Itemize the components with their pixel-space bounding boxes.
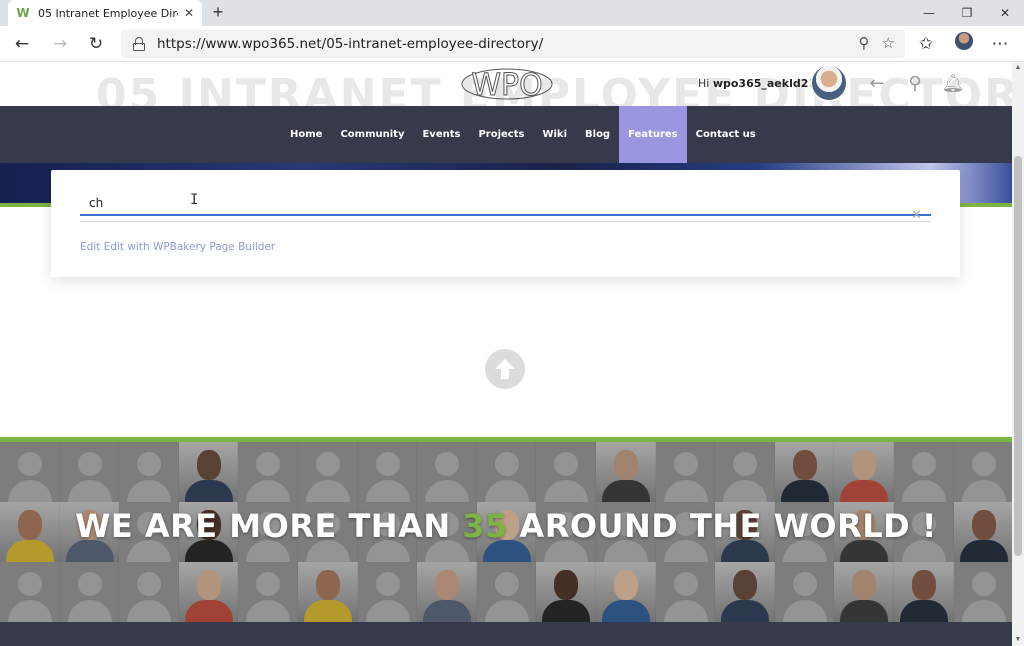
browser-profile-avatar[interactable] — [955, 32, 973, 50]
greeting-prefix: Hi — [698, 77, 713, 90]
nav-item-projects[interactable]: Projects — [469, 106, 533, 163]
nav-item-community[interactable]: Community — [331, 106, 413, 163]
window-controls: — ❐ ✕ — [910, 0, 1024, 26]
refresh-button[interactable]: ↻ — [84, 32, 108, 56]
edit-page-links[interactable]: Edit Edit with WPBakery Page Builder — [80, 241, 275, 253]
headline-text-after: AROUND THE WORLD ! — [507, 507, 937, 545]
browser-tab[interactable]: W 05 Intranet Employee Directory - ✕ — [8, 0, 202, 26]
lock-icon — [133, 37, 145, 51]
back-button[interactable]: ← — [10, 32, 34, 56]
new-tab-button[interactable]: + — [207, 2, 229, 24]
page-scrollbar[interactable]: ▲ ▼ — [1012, 62, 1024, 646]
site-header: 05 INTRANET EMPLOYEE DIRECTORY WPO Hi wp… — [0, 62, 1012, 106]
favorite-star-icon[interactable]: ☆ — [882, 34, 895, 52]
zoom-icon[interactable]: ⚲ — [859, 34, 870, 52]
user-avatar[interactable] — [810, 64, 848, 102]
nav-item-events[interactable]: Events — [413, 106, 469, 163]
scrollbar-thumb[interactable] — [1014, 156, 1022, 556]
wpo-favicon-icon: W — [16, 6, 30, 20]
nav-item-features[interactable]: Features — [619, 106, 687, 163]
logo-text: WPO — [471, 68, 542, 102]
search-input[interactable] — [80, 192, 931, 216]
main-navigation: Home Community Events Projects Wiki Blog… — [0, 106, 1012, 163]
back-arrow-icon[interactable]: ← — [866, 72, 888, 94]
notification-bell-icon[interactable]: 🔔︎ — [942, 72, 965, 94]
page-viewport: 05 INTRANET EMPLOYEE DIRECTORY WPO Hi wp… — [0, 62, 1012, 646]
address-bar[interactable]: https://www.wpo365.net/05-intranet-emplo… — [121, 30, 905, 58]
headline-text-before: WE ARE MORE THAN — [75, 507, 463, 545]
team-size-headline: WE ARE MORE THAN 35 AROUND THE WORLD ! — [0, 507, 1012, 545]
search-icon[interactable]: ⚲ — [904, 72, 926, 94]
arrow-up-icon — [495, 359, 515, 379]
wpo-logo[interactable]: WPO — [460, 66, 554, 102]
employee-count: 35 — [462, 507, 508, 545]
browser-toolbar: ← → ↻ https://www.wpo365.net/05-intranet… — [0, 26, 1024, 62]
browser-tab-bar: W 05 Intranet Employee Directory - ✕ + —… — [0, 0, 1024, 26]
clear-search-icon[interactable]: ✕ — [911, 208, 922, 223]
maximize-button[interactable]: ❐ — [948, 0, 986, 26]
user-greeting: Hi wpo365_aekld2! — [698, 77, 813, 90]
close-window-button[interactable]: ✕ — [986, 0, 1024, 26]
search-underline — [80, 221, 931, 222]
username: wpo365_aekld2! — [712, 77, 814, 90]
tab-title: 05 Intranet Employee Directory - — [38, 6, 178, 20]
scroll-to-top-button[interactable] — [485, 349, 525, 389]
close-tab-icon[interactable]: ✕ — [184, 6, 194, 20]
more-menu-icon[interactable]: ⋯ — [988, 32, 1012, 56]
search-panel: ✕ I Edit Edit with WPBakery Page Builder — [51, 170, 960, 277]
url-text[interactable]: https://www.wpo365.net/05-intranet-emplo… — [157, 36, 543, 52]
nav-item-blog[interactable]: Blog — [576, 106, 619, 163]
scroll-up-arrow-icon[interactable]: ▲ — [1012, 62, 1024, 74]
scroll-down-arrow-icon[interactable]: ▼ — [1012, 634, 1024, 646]
nav-item-wiki[interactable]: Wiki — [533, 106, 576, 163]
text-cursor-icon: I — [190, 192, 199, 208]
nav-item-home[interactable]: Home — [281, 106, 331, 163]
nav-item-contact-us[interactable]: Contact us — [687, 106, 765, 163]
favorites-icon[interactable]: ✩ — [914, 32, 938, 56]
forward-button[interactable]: → — [48, 32, 72, 56]
minimize-button[interactable]: — — [910, 0, 948, 26]
page-footer — [0, 622, 1012, 646]
